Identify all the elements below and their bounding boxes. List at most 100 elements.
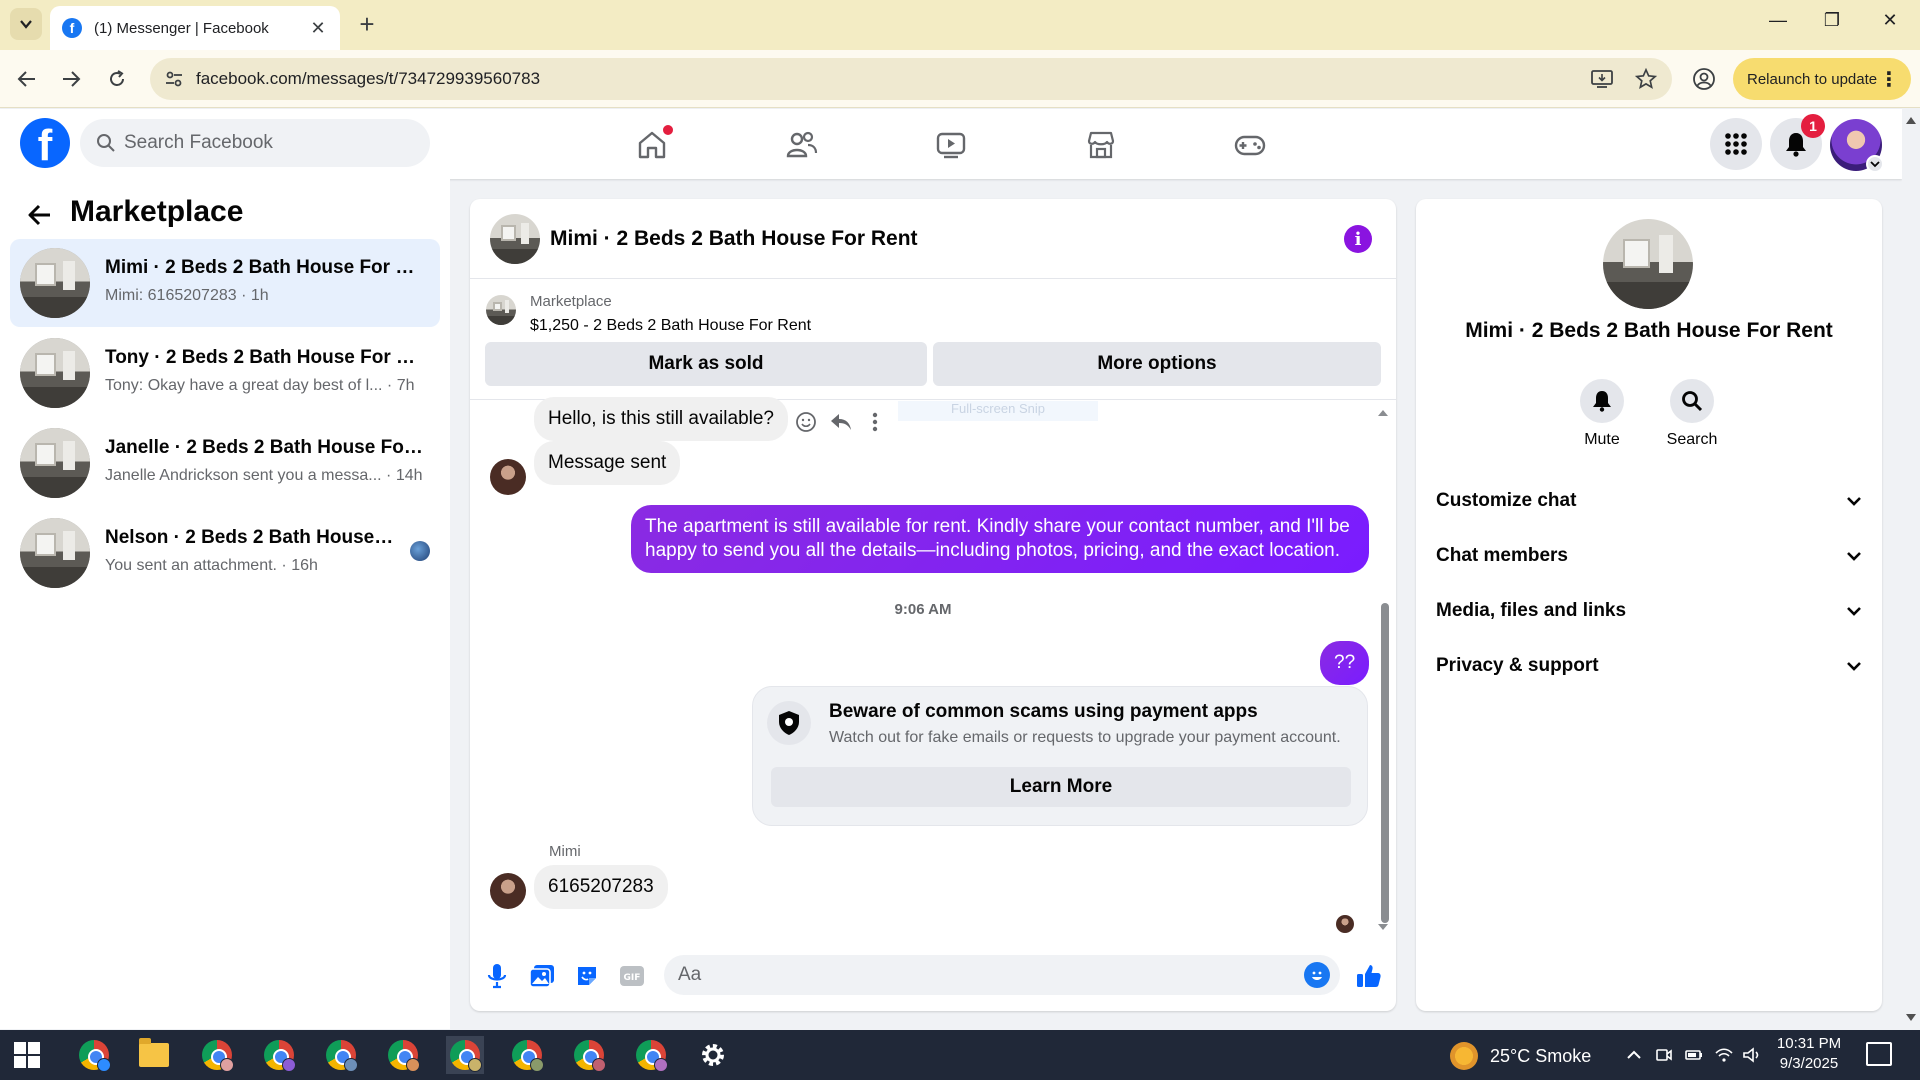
chat-avatar[interactable] bbox=[490, 214, 540, 264]
notification-count-badge: 1 bbox=[1801, 114, 1825, 138]
meet-now-icon[interactable] bbox=[1652, 1044, 1676, 1066]
nav-video[interactable] bbox=[931, 125, 971, 165]
taskbar-chrome-app[interactable] bbox=[508, 1036, 546, 1074]
facebook-search-input[interactable] bbox=[124, 130, 414, 156]
taskbar-chrome-app-active[interactable] bbox=[446, 1036, 484, 1074]
back-button[interactable] bbox=[12, 64, 42, 94]
taskbar-chrome-app[interactable] bbox=[384, 1036, 422, 1074]
voice-clip-button[interactable] bbox=[482, 961, 512, 991]
sidebar-title: Marketplace bbox=[70, 195, 244, 228]
grid-menu-icon bbox=[1725, 133, 1747, 155]
section-label: Privacy & support bbox=[1436, 655, 1599, 676]
sender-avatar[interactable] bbox=[490, 873, 526, 909]
message-input-box[interactable] bbox=[664, 955, 1340, 995]
learn-more-button[interactable]: Learn More bbox=[771, 767, 1351, 807]
chat-members-section[interactable]: Chat members bbox=[1436, 536, 1866, 576]
taskbar-settings-app[interactable] bbox=[694, 1036, 732, 1074]
taskbar-chrome-app[interactable] bbox=[632, 1036, 670, 1074]
message-more-button[interactable] bbox=[862, 409, 888, 435]
wifi-icon[interactable] bbox=[1712, 1044, 1736, 1066]
reply-button[interactable] bbox=[828, 409, 854, 435]
message-bubble-outgoing[interactable]: The apartment is still available for ren… bbox=[631, 505, 1369, 573]
tab-search-button[interactable] bbox=[10, 8, 42, 40]
new-tab-button[interactable]: + bbox=[352, 10, 382, 38]
message-bubble-outgoing-received[interactable]: Hello, is this still available? bbox=[534, 397, 788, 441]
chat-scroll-thumb[interactable] bbox=[1381, 603, 1389, 923]
sticker-icon bbox=[578, 967, 596, 985]
chat-scroll-down-icon[interactable] bbox=[1376, 921, 1390, 933]
bookmark-star-icon[interactable] bbox=[1634, 67, 1658, 91]
media-files-links-section[interactable]: Media, files and links bbox=[1436, 591, 1866, 631]
gif-button[interactable]: GIF bbox=[617, 961, 647, 991]
mute-button[interactable]: Mute bbox=[1562, 379, 1642, 449]
conversation-item[interactable]: Nelson · 2 Beds 2 Bath House For Rent Yo… bbox=[10, 509, 440, 597]
facebook-search-box[interactable] bbox=[80, 119, 430, 167]
privacy-support-section[interactable]: Privacy & support bbox=[1436, 646, 1866, 686]
mark-as-sold-button[interactable]: Mark as sold bbox=[485, 342, 927, 386]
search-in-conversation-button[interactable]: Search bbox=[1652, 379, 1732, 449]
taskbar-weather[interactable]: 25°C Smoke bbox=[1450, 1042, 1591, 1070]
omnibox[interactable]: facebook.com/messages/t/734729939560783 bbox=[150, 58, 1672, 100]
scroll-down-arrow-icon[interactable] bbox=[1905, 1013, 1917, 1023]
listing-price-title[interactable]: $1,250 - 2 Beds 2 Bath House For Rent bbox=[530, 317, 811, 335]
warning-title: Beware of common scams using payment app… bbox=[829, 701, 1258, 722]
account-avatar[interactable] bbox=[1830, 119, 1884, 173]
message-input[interactable] bbox=[678, 963, 1278, 987]
listing-thumbnail bbox=[20, 518, 90, 588]
windows-start-icon[interactable] bbox=[14, 1042, 40, 1068]
customize-chat-section[interactable]: Customize chat bbox=[1436, 481, 1866, 521]
taskbar-chrome-app[interactable] bbox=[260, 1036, 298, 1074]
facebook-logo-icon[interactable]: f bbox=[20, 118, 70, 168]
tab-close-icon[interactable]: ✕ bbox=[308, 18, 328, 39]
conversation-item[interactable]: Janelle · 2 Beds 2 Bath House For Rent J… bbox=[10, 419, 440, 507]
scroll-up-arrow-icon[interactable] bbox=[1905, 115, 1917, 125]
url-text[interactable]: facebook.com/messages/t/734729939560783 bbox=[196, 69, 540, 89]
conversation-item[interactable]: Mimi · 2 Beds 2 Bath House For Rent Mimi… bbox=[10, 239, 440, 327]
page-scrollbar[interactable] bbox=[1902, 109, 1920, 1029]
message-bubble-incoming[interactable]: Message sent bbox=[534, 441, 681, 485]
react-button[interactable] bbox=[793, 409, 819, 435]
chevron-down-icon bbox=[1847, 662, 1861, 671]
chat-scroll-up-icon[interactable] bbox=[1376, 407, 1390, 419]
conversation-item[interactable]: Tony · 2 Beds 2 Bath House For Rent Tony… bbox=[10, 329, 440, 417]
taskbar-chrome-app[interactable] bbox=[322, 1036, 360, 1074]
nav-marketplace[interactable] bbox=[1081, 125, 1121, 165]
relaunch-button[interactable]: Relaunch to update ⋮ bbox=[1733, 58, 1911, 100]
taskbar-chrome-app[interactable] bbox=[570, 1036, 608, 1074]
listing-avatar[interactable] bbox=[1603, 219, 1693, 309]
like-send-button[interactable] bbox=[1354, 961, 1384, 991]
attach-photo-button[interactable] bbox=[527, 961, 557, 991]
browser-menu-icon[interactable]: ⋮ bbox=[1879, 67, 1899, 92]
restore-button[interactable]: ❐ bbox=[1812, 10, 1852, 31]
taskbar-chrome-app[interactable] bbox=[75, 1036, 113, 1074]
battery-icon[interactable] bbox=[1682, 1044, 1706, 1066]
emoji-button[interactable] bbox=[1304, 962, 1330, 988]
taskbar-clock[interactable]: 10:31 PM 9/3/2025 bbox=[1762, 1034, 1856, 1074]
window-close-button[interactable]: ✕ bbox=[1870, 10, 1910, 31]
site-info-icon[interactable] bbox=[162, 67, 186, 91]
info-icon[interactable]: i bbox=[1344, 225, 1372, 253]
browser-profile-icon[interactable] bbox=[1690, 65, 1718, 93]
chat-title[interactable]: Mimi · 2 Beds 2 Bath House For Rent bbox=[550, 227, 918, 251]
sticker-button[interactable] bbox=[572, 961, 602, 991]
message-bubble-outgoing[interactable]: ?? bbox=[1320, 641, 1370, 685]
notification-center-icon[interactable] bbox=[1866, 1042, 1892, 1066]
nav-gaming[interactable] bbox=[1230, 125, 1270, 165]
snip-overlay-label: Full-screen Snip bbox=[898, 401, 1098, 421]
taskbar-file-explorer[interactable] bbox=[135, 1036, 173, 1074]
show-hidden-icons-chevron-icon[interactable] bbox=[1622, 1044, 1646, 1066]
install-app-icon[interactable] bbox=[1590, 67, 1614, 91]
minimize-button[interactable]: — bbox=[1758, 10, 1798, 31]
forward-button[interactable] bbox=[56, 64, 86, 94]
marketplace-back-button[interactable] bbox=[24, 199, 56, 231]
nav-friends[interactable] bbox=[782, 125, 822, 165]
volume-icon[interactable] bbox=[1740, 1044, 1764, 1066]
browser-tab-messenger[interactable]: f (1) Messenger | Facebook ✕ bbox=[50, 6, 340, 50]
reload-button[interactable] bbox=[102, 64, 132, 94]
taskbar-chrome-app[interactable] bbox=[198, 1036, 236, 1074]
more-options-button[interactable]: More options bbox=[933, 342, 1381, 386]
menu-button[interactable] bbox=[1710, 118, 1762, 170]
sender-avatar[interactable] bbox=[490, 459, 526, 495]
message-bubble-incoming[interactable]: 6165207283 bbox=[534, 865, 668, 909]
listing-thumbnail[interactable] bbox=[486, 295, 516, 325]
